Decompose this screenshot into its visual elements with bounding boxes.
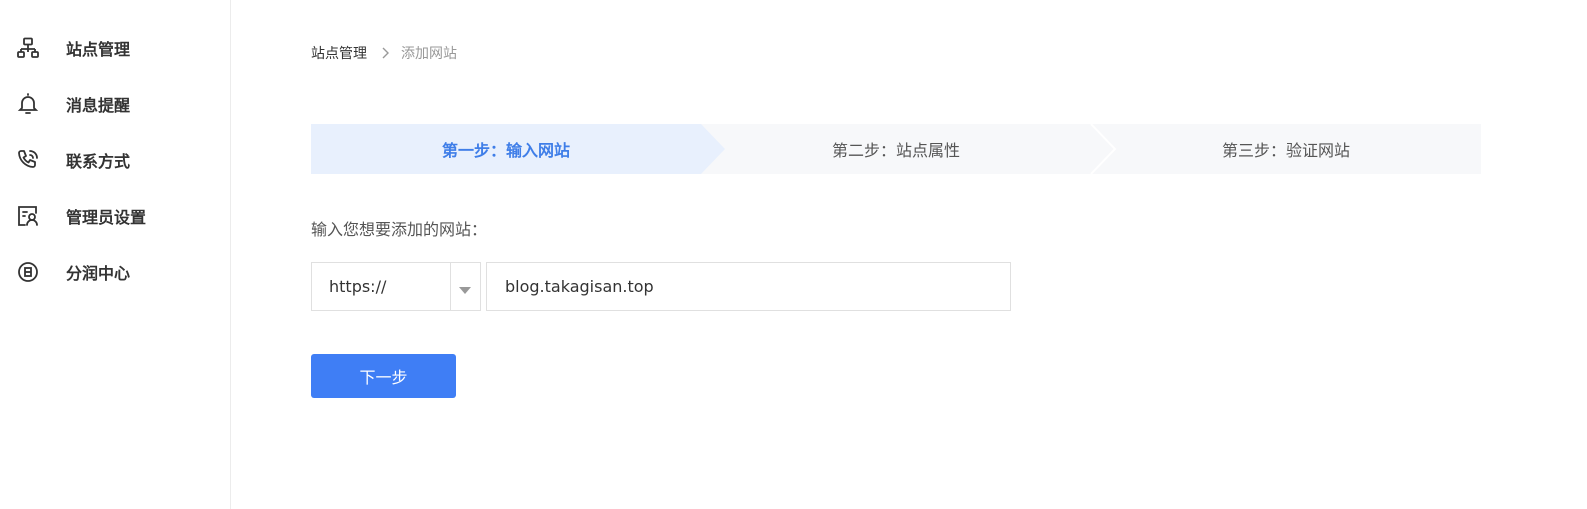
select-divider	[450, 263, 451, 310]
step-indicator: 第一步：输入网站 第二步：站点属性 第三步：验证网站	[311, 124, 1481, 174]
chevron-right-icon	[381, 46, 391, 60]
phone-icon	[16, 148, 40, 172]
protocol-select[interactable]: https://	[311, 262, 481, 311]
protocol-value: https://	[329, 277, 387, 296]
sidebar-item-label: 消息提醒	[66, 96, 131, 115]
bell-icon	[16, 92, 40, 116]
sitemap-icon	[16, 36, 40, 60]
admin-user-icon	[16, 204, 40, 228]
app-root: 站点管理 消息提醒 联系方式 管理员设置 分润中心 站点管理 添加网站 第一步：…	[0, 0, 1587, 509]
sidebar-item-label: 站点管理	[66, 40, 131, 59]
sidebar-item-site-management[interactable]: 站点管理	[0, 28, 230, 68]
caret-down-icon	[458, 281, 472, 294]
breadcrumb-current: 添加网站	[401, 46, 457, 62]
sidebar-item-profit-center[interactable]: 分润中心	[0, 252, 230, 292]
site-input-prompt: 输入您想要添加的网站：	[311, 220, 488, 239]
sidebar-item-label: 分润中心	[66, 264, 131, 283]
step-1-input-site: 第一步：输入网站	[441, 141, 570, 160]
profit-icon	[16, 260, 40, 284]
step-3-verify-site: 第三步：验证网站	[1221, 141, 1350, 160]
breadcrumb: 站点管理 添加网站	[311, 43, 457, 63]
sidebar-item-admin-settings[interactable]: 管理员设置	[0, 196, 230, 236]
breadcrumb-parent-link[interactable]: 站点管理	[311, 43, 367, 63]
sidebar-item-message-alert[interactable]: 消息提醒	[0, 84, 230, 124]
sidebar-item-label: 联系方式	[66, 152, 131, 171]
sidebar-item-contact[interactable]: 联系方式	[0, 140, 230, 180]
step-2-site-properties: 第二步：站点属性	[831, 141, 960, 160]
sidebar-item-label: 管理员设置	[66, 208, 147, 227]
site-url-input[interactable]	[486, 262, 1011, 311]
sidebar: 站点管理 消息提醒 联系方式 管理员设置 分润中心	[0, 0, 231, 509]
next-step-button[interactable]: 下一步	[311, 354, 456, 398]
